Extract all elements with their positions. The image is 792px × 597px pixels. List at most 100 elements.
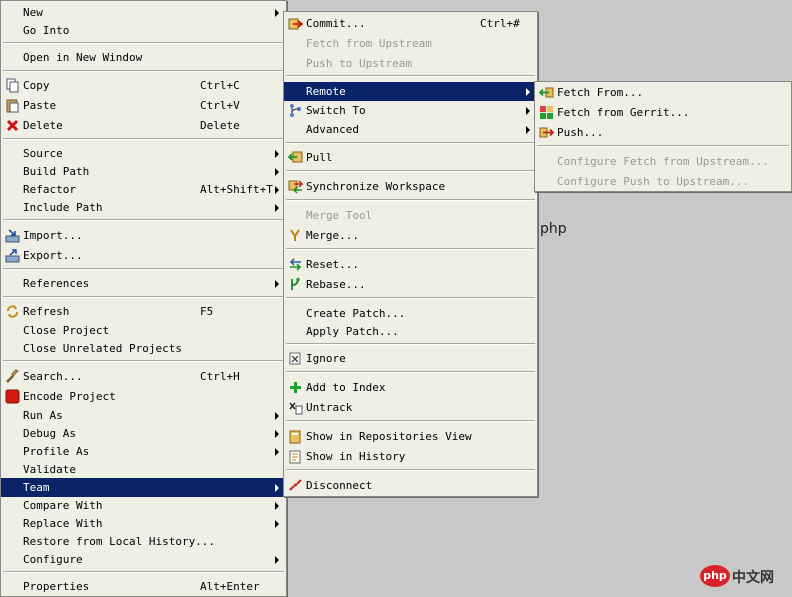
menu-item-commit[interactable]: Commit... Ctrl+# bbox=[284, 14, 537, 33]
menu-separator bbox=[3, 138, 284, 140]
menu-item-rebase[interactable]: Rebase... bbox=[284, 275, 537, 294]
menu-item-merge[interactable]: Merge... bbox=[284, 226, 537, 245]
copy-icon bbox=[6, 78, 19, 93]
menu-item-debug-as[interactable]: Debug As bbox=[1, 424, 286, 443]
menu-item-build-path[interactable]: Build Path bbox=[1, 162, 286, 181]
commit-icon bbox=[288, 18, 303, 30]
menu-item-advanced[interactable]: Advanced bbox=[284, 120, 537, 139]
menu-item-properties[interactable]: Properties Alt+Enter bbox=[1, 577, 286, 596]
menu-item-run-as[interactable]: Run As bbox=[1, 406, 286, 425]
menu-item-add-index[interactable]: Add to Index bbox=[284, 378, 537, 397]
menu-item-push-upstream[interactable]: Push to Upstream bbox=[284, 54, 537, 73]
menu-item-replace-with[interactable]: Replace With bbox=[1, 514, 286, 533]
menu-item-export[interactable]: Export... bbox=[1, 246, 286, 265]
menu-item-reset[interactable]: Reset... bbox=[284, 255, 537, 274]
menu-item-copy[interactable]: Copy Ctrl+C bbox=[1, 76, 286, 95]
merge-icon bbox=[290, 229, 300, 241]
menu-item-configure[interactable]: Configure bbox=[1, 550, 286, 569]
pull-icon bbox=[288, 151, 303, 163]
menu-item-open-new-window[interactable]: Open in New Window bbox=[1, 48, 286, 67]
submenu-arrow-icon bbox=[275, 484, 279, 492]
menu-item-ignore[interactable]: Ignore bbox=[284, 349, 537, 368]
menu-item-pull[interactable]: Pull bbox=[284, 148, 537, 167]
rebase-icon bbox=[291, 277, 300, 290]
menu-item-show-repos[interactable]: Show in Repositories View bbox=[284, 427, 537, 446]
add-icon bbox=[290, 382, 301, 393]
menu-item-untrack[interactable]: Untrack bbox=[284, 398, 537, 417]
menu-item-merge-tool[interactable]: Merge Tool bbox=[284, 206, 537, 225]
menu-item-include-path[interactable]: Include Path bbox=[1, 198, 286, 217]
submenu-arrow-icon bbox=[275, 502, 279, 510]
menu-separator bbox=[3, 70, 284, 72]
menu-item-create-patch[interactable]: Create Patch... bbox=[284, 304, 537, 323]
menu-item-fetch-gerrit[interactable]: Fetch from Gerrit... bbox=[535, 103, 791, 122]
submenu-arrow-icon bbox=[275, 448, 279, 456]
team-submenu: Commit... Ctrl+# Fetch from Upstream Push… bbox=[283, 11, 538, 497]
menu-separator bbox=[3, 219, 284, 221]
background-text: php bbox=[540, 221, 567, 237]
menu-separator bbox=[286, 75, 535, 77]
menu-item-encode-project[interactable]: Encode Project bbox=[1, 387, 286, 406]
encode-project-icon bbox=[5, 389, 20, 404]
push-icon bbox=[539, 127, 554, 138]
menu-item-profile-as[interactable]: Profile As bbox=[1, 442, 286, 461]
menu-item-switch-to[interactable]: Switch To bbox=[284, 101, 537, 120]
menu-item-validate[interactable]: Validate bbox=[1, 460, 286, 479]
menu-item-compare-with[interactable]: Compare With bbox=[1, 496, 286, 515]
delete-icon bbox=[6, 119, 19, 132]
menu-item-paste[interactable]: Paste Ctrl+V bbox=[1, 96, 286, 115]
menu-item-fetch-from[interactable]: Fetch From... bbox=[535, 83, 791, 102]
menu-item-disconnect[interactable]: Disconnect bbox=[284, 476, 537, 495]
menu-item-close-unrelated[interactable]: Close Unrelated Projects bbox=[1, 339, 286, 358]
menu-item-import[interactable]: Import... bbox=[1, 226, 286, 245]
submenu-arrow-icon bbox=[275, 150, 279, 158]
menu-item-configure-push[interactable]: Configure Push to Upstream... bbox=[535, 172, 791, 191]
remote-submenu: Fetch From... Fetch from Gerrit... Push.… bbox=[534, 81, 792, 192]
menu-item-close-project[interactable]: Close Project bbox=[1, 321, 286, 340]
project-context-menu: New Go Into Open in New Window Copy Ctrl+… bbox=[0, 0, 287, 597]
menu-item-remote[interactable]: Remote bbox=[284, 82, 537, 101]
submenu-arrow-icon bbox=[526, 107, 530, 115]
menu-item-references[interactable]: References bbox=[1, 274, 286, 293]
menu-item-search[interactable]: Search... Ctrl+H bbox=[1, 367, 286, 386]
submenu-arrow-icon bbox=[275, 430, 279, 438]
menu-item-go-into[interactable]: Go Into bbox=[1, 21, 286, 40]
submenu-arrow-icon bbox=[275, 556, 279, 564]
switch-branch-icon bbox=[290, 104, 301, 117]
import-icon bbox=[5, 229, 20, 243]
menu-separator bbox=[3, 42, 284, 44]
repository-icon bbox=[289, 430, 301, 444]
submenu-arrow-icon bbox=[275, 9, 279, 17]
menu-item-restore-history[interactable]: Restore from Local History... bbox=[1, 532, 286, 551]
menu-item-configure-fetch[interactable]: Configure Fetch from Upstream... bbox=[535, 152, 791, 171]
ignore-icon bbox=[289, 352, 301, 365]
menu-separator bbox=[3, 268, 284, 270]
submenu-arrow-icon bbox=[275, 168, 279, 176]
export-icon bbox=[5, 249, 20, 263]
watermark: php 中文网 bbox=[700, 564, 786, 592]
submenu-arrow-icon bbox=[275, 520, 279, 528]
menu-separator bbox=[286, 343, 535, 345]
menu-item-synchronize[interactable]: Synchronize Workspace bbox=[284, 177, 537, 196]
menu-item-new[interactable]: New bbox=[1, 3, 286, 22]
menu-item-refresh[interactable]: Refresh F5 bbox=[1, 302, 286, 321]
watermark-logo: php bbox=[700, 565, 730, 587]
disconnect-icon bbox=[289, 479, 302, 491]
menu-item-fetch-upstream[interactable]: Fetch from Upstream bbox=[284, 34, 537, 53]
untrack-icon bbox=[289, 402, 303, 415]
fetch-icon bbox=[539, 87, 554, 98]
menu-item-source[interactable]: Source bbox=[1, 144, 286, 163]
menu-item-team[interactable]: Team bbox=[1, 478, 286, 497]
menu-item-push[interactable]: Push... bbox=[535, 123, 791, 142]
synchronize-icon bbox=[288, 180, 303, 194]
menu-separator bbox=[286, 420, 535, 422]
menu-item-show-history[interactable]: Show in History bbox=[284, 447, 537, 466]
menu-item-delete[interactable]: Delete Delete bbox=[1, 116, 286, 135]
menu-item-refactor[interactable]: Refactor Alt+Shift+T bbox=[1, 180, 286, 199]
history-icon bbox=[289, 450, 301, 464]
submenu-arrow-icon bbox=[275, 186, 279, 194]
search-icon bbox=[6, 369, 19, 383]
menu-item-apply-patch[interactable]: Apply Patch... bbox=[284, 322, 537, 341]
reset-icon bbox=[289, 258, 302, 271]
menu-separator bbox=[286, 170, 535, 172]
